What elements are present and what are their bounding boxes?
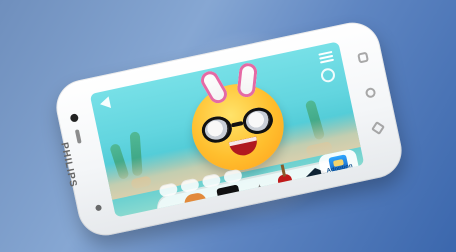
tray-tab[interactable] (179, 177, 200, 194)
settings-icon[interactable] (319, 66, 337, 84)
adoption-certificate-label: Adoption Certificate (325, 163, 356, 181)
sparkle-icon[interactable]: ✦ (247, 178, 272, 200)
tophat-icon[interactable] (216, 184, 242, 207)
front-sensor (94, 204, 103, 212)
bunny-ear-right (236, 62, 258, 98)
hardware-home-button[interactable] (364, 86, 377, 99)
tray-tab[interactable] (201, 173, 222, 189)
glasses-lens-left (199, 113, 235, 146)
hamburger-menu-icon[interactable] (318, 49, 335, 64)
front-camera (69, 113, 80, 123)
hotdog-icon[interactable] (182, 191, 209, 214)
hardware-menu-button[interactable] (357, 51, 370, 64)
bunny-ear-left (197, 67, 231, 107)
adoption-certificate-button[interactable]: Adoption Certificate (317, 148, 361, 186)
speaker-grill (74, 129, 82, 144)
hardware-back-button[interactable] (371, 121, 385, 135)
plunger-icon[interactable] (276, 173, 295, 194)
tray-tab[interactable] (158, 182, 179, 198)
tray-tab[interactable] (222, 168, 243, 184)
glasses-bridge (230, 120, 244, 128)
glasses-lens-right (240, 104, 276, 137)
back-arrow-icon[interactable] (98, 96, 112, 111)
